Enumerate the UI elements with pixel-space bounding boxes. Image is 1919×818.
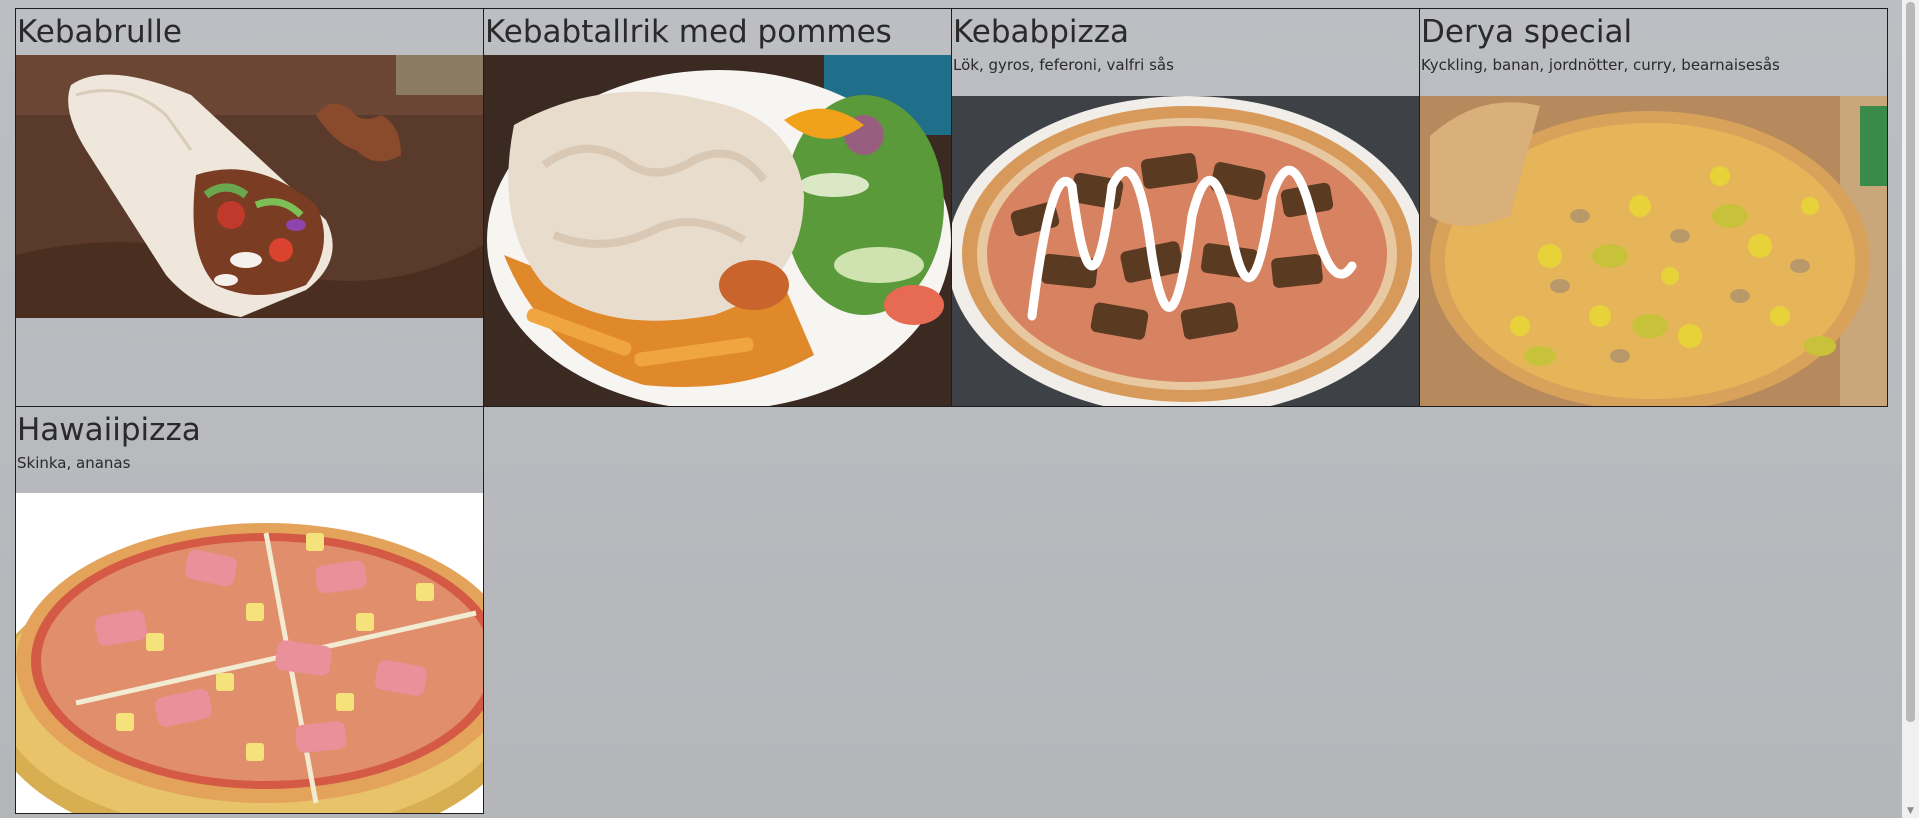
menu-item-kebabpizza[interactable]: Kebabpizza Lök, gyros, feferoni, valfri … [951,8,1420,407]
page: Kebabrulle Kebabtallrik med pommes Kebab… [0,0,1919,818]
kebab-pizza-image [952,96,1419,406]
menu-item-hawaiipizza[interactable]: Hawaiipizza Skinka, ananas [15,406,484,814]
item-title: Derya special [1421,14,1633,50]
scroll-down-icon[interactable]: ▼ [1902,804,1919,818]
item-description: Skinka, ananas [17,454,131,472]
kebab-plate-image [484,55,951,406]
item-title: Kebabtallrik med pommes [485,14,892,50]
menu-item-derya-special[interactable]: Derya special Kyckling, banan, jordnötte… [1419,8,1888,407]
item-title: Kebabpizza [953,14,1130,50]
hawaii-pizza-image [16,493,483,813]
item-title: Kebabrulle [17,14,182,50]
scrollbar-thumb[interactable] [1906,2,1915,722]
item-title: Hawaiipizza [17,412,201,448]
derya-pizza-image [1420,96,1887,406]
menu-item-kebabtallrik[interactable]: Kebabtallrik med pommes [483,8,952,407]
item-description: Kyckling, banan, jordnötter, curry, bear… [1421,56,1780,74]
item-description: Lök, gyros, feferoni, valfri sås [953,56,1174,74]
menu-item-kebabrulle[interactable]: Kebabrulle [15,8,484,407]
vertical-scrollbar[interactable]: ▲ ▼ [1902,0,1919,818]
kebab-wrap-image [16,55,483,318]
